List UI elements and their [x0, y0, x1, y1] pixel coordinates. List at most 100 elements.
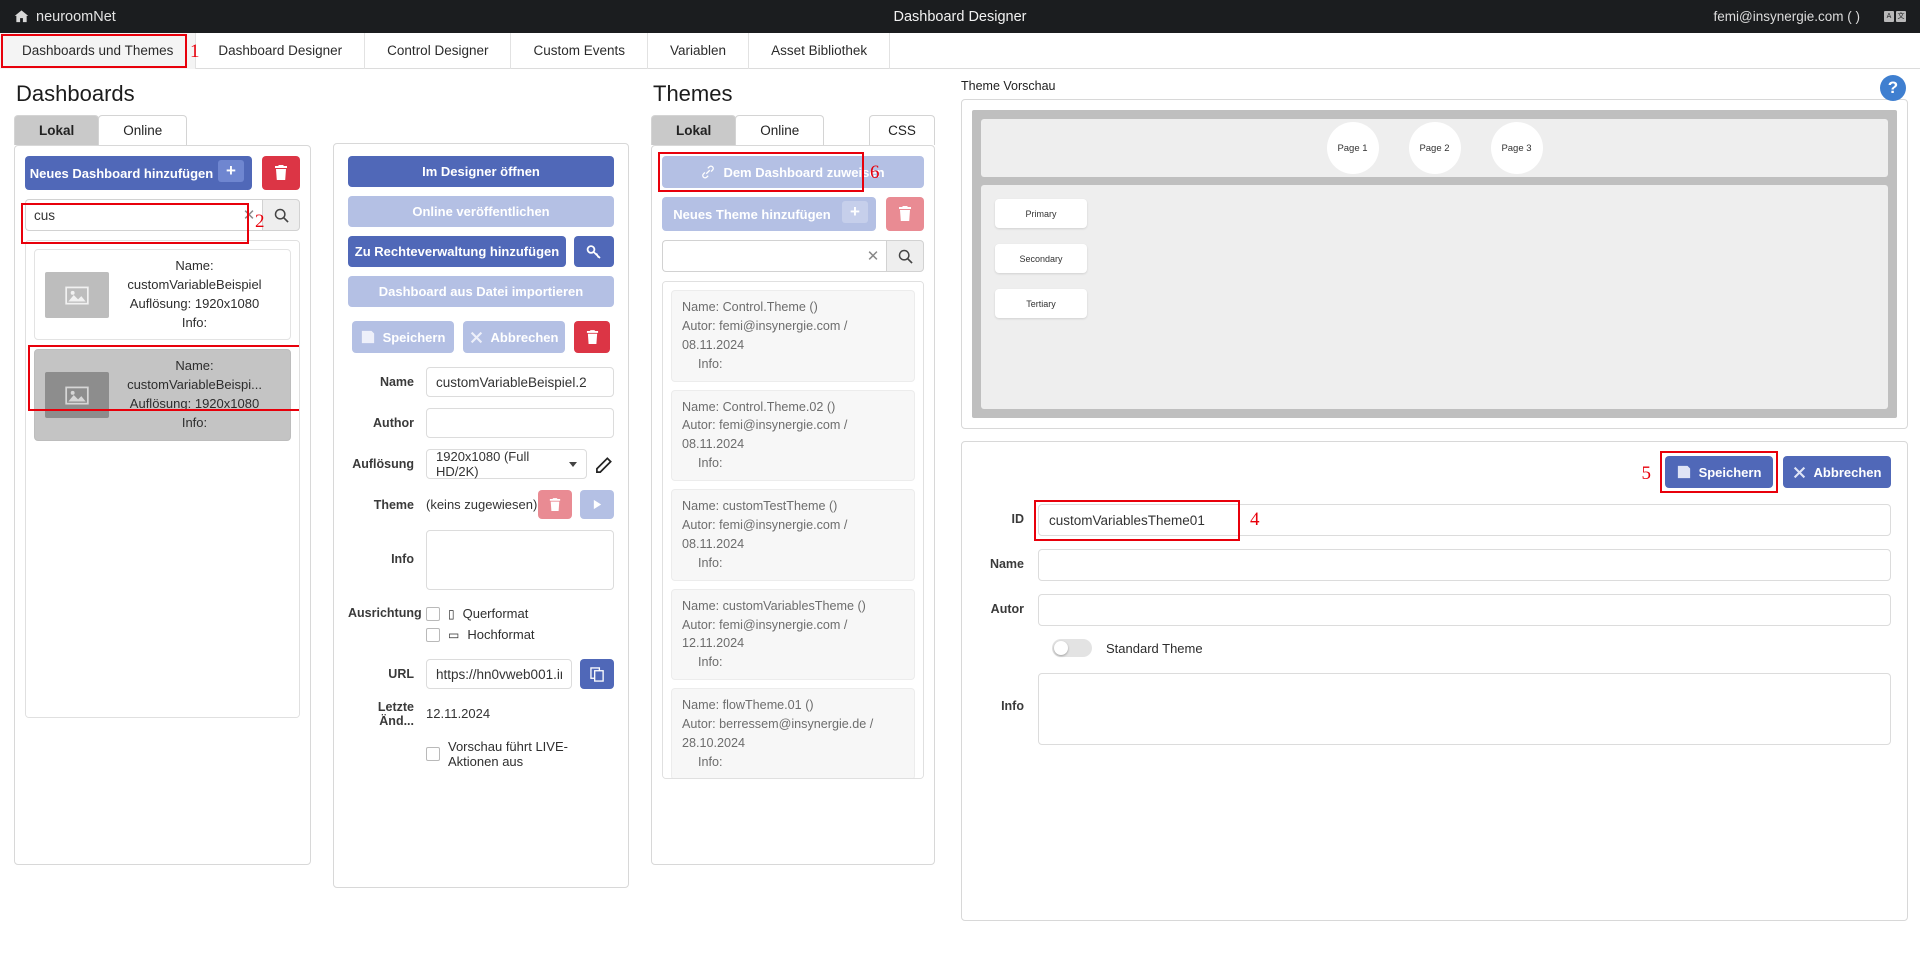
list-item[interactable]: Name: flowTheme.01 () Autor: berressem@i… [671, 688, 915, 779]
orientation-querformat[interactable]: ▯ Querformat [426, 606, 614, 621]
assign-to-dashboard-button[interactable]: Dem Dashboard zuweisen [662, 156, 924, 188]
preview-theme-button[interactable] [580, 490, 614, 519]
delete-dashboard-button[interactable] [262, 156, 300, 190]
theme-info: Info: [682, 355, 904, 374]
cancel-theme-button[interactable]: Abbrechen [1783, 456, 1891, 488]
tab-control-designer[interactable]: Control Designer [365, 33, 511, 69]
portrait-glyph: ▭ [448, 628, 459, 642]
orientation-hochformat[interactable]: ▭ Hochformat [426, 627, 614, 642]
publish-online-button[interactable]: Online veröffentlichen [348, 196, 614, 227]
tab-asset-bibliothek[interactable]: Asset Bibliothek [749, 33, 890, 69]
marker-5: 5 [1642, 463, 1652, 485]
language-icon[interactable]: A文 [1884, 11, 1906, 22]
dashboards-subtab-lokal[interactable]: Lokal [14, 115, 99, 145]
dashboard-info: Info: [109, 414, 280, 433]
search-icon[interactable] [886, 240, 924, 272]
resolution-value: 1920x1080 (Full HD/2K) [436, 449, 569, 479]
help-icon[interactable]: ? [1880, 75, 1906, 101]
themes-subtab-lokal[interactable]: Lokal [651, 115, 736, 145]
theme-author-input[interactable] [1038, 594, 1891, 626]
theme-id-input[interactable] [1038, 504, 1891, 536]
themes-panel: Dem Dashboard zuweisen 6 Neues Theme hin… [651, 145, 935, 865]
preview-nav: Page 1 Page 2 Page 3 [981, 119, 1888, 177]
dashboards-subtab-online[interactable]: Online [98, 115, 187, 145]
list-item[interactable]: Name: customVariableBeispiel Auflösung: … [34, 249, 291, 340]
theme-field-author: Autor [978, 594, 1891, 626]
theme-search-input[interactable] [662, 240, 860, 272]
orientation-hochformat-label: Hochformat [467, 627, 534, 642]
tab-dashboard-designer[interactable]: Dashboard Designer [196, 33, 365, 69]
theme-author: Autor: femi@insynergie.com / 08.11.2024 [682, 516, 904, 554]
list-item[interactable]: Name: Control.Theme () Autor: femi@insyn… [671, 290, 915, 382]
name-input[interactable] [426, 367, 614, 397]
preview-canvas: Page 1 Page 2 Page 3 Primary Secondary T… [972, 110, 1897, 418]
add-dashboard-button[interactable]: Neues Dashboard hinzufügen + [25, 156, 252, 190]
theme-name: Name: customTestTheme () [682, 497, 904, 516]
delete-theme-button[interactable] [886, 197, 924, 231]
checkbox-icon[interactable] [426, 607, 440, 621]
cancel-dashboard-button[interactable]: Abbrechen [463, 321, 565, 353]
dashboard-thumbnail [45, 272, 109, 318]
info-textarea[interactable] [426, 530, 614, 590]
field-live-preview: Vorschau führt LIVE-Aktionen aus [348, 739, 614, 775]
preview-primary-button[interactable]: Primary [995, 199, 1087, 228]
topbar-right: femi@insynergie.com ( ) A文 [1714, 9, 1907, 24]
themes-subtab-online[interactable]: Online [735, 115, 824, 145]
edit-resolution-icon[interactable] [595, 455, 614, 474]
cancel-theme-label: Abbrechen [1814, 465, 1882, 480]
delete-form-button[interactable] [574, 321, 610, 353]
import-dashboard-button[interactable]: Dashboard aus Datei importieren [348, 276, 614, 307]
list-item[interactable]: Name: customTestTheme () Autor: femi@ins… [671, 489, 915, 581]
preview-secondary-button[interactable]: Secondary [995, 244, 1087, 273]
brand-label: neuroomNet [36, 9, 116, 25]
theme-list[interactable]: Name: Control.Theme () Autor: femi@insyn… [662, 281, 924, 779]
add-to-rights-management-button[interactable]: Zu Rechteverwaltung hinzufügen [348, 236, 566, 267]
add-theme-button[interactable]: Neues Theme hinzufügen + [662, 197, 876, 231]
list-item[interactable]: Name: customVariablesTheme () Autor: fem… [671, 589, 915, 681]
save-theme-button[interactable]: Speichern [1665, 456, 1773, 488]
author-input[interactable] [426, 408, 614, 438]
tab-variablen[interactable]: Variablen [648, 33, 749, 69]
checkbox-icon[interactable] [426, 628, 440, 642]
key-icon[interactable] [574, 236, 614, 267]
dashboards-panel: Neues Dashboard hinzufügen + ✕ 2 [14, 145, 311, 865]
orientation-querformat-label: Querformat [463, 606, 529, 621]
search-icon[interactable] [262, 199, 300, 231]
save-theme-label: Speichern [1699, 465, 1762, 480]
home-icon [14, 9, 29, 24]
dashboard-search-input[interactable] [25, 199, 236, 231]
theme-name: Name: customVariablesTheme () [682, 597, 904, 616]
clear-search-icon[interactable]: ✕ [236, 199, 262, 231]
theme-info: Info: [682, 753, 904, 772]
resolution-select[interactable]: 1920x1080 (Full HD/2K) [426, 449, 587, 479]
list-item[interactable]: Name: Control.Theme.02 () Autor: femi@in… [671, 390, 915, 482]
preview-page-2[interactable]: Page 2 [1409, 122, 1461, 174]
preview-page-3[interactable]: Page 3 [1491, 122, 1543, 174]
live-preview-row[interactable]: Vorschau führt LIVE-Aktionen aus [426, 739, 614, 769]
save-dashboard-button[interactable]: Speichern [352, 321, 454, 353]
user-email[interactable]: femi@insynergie.com ( ) [1714, 9, 1861, 24]
brand[interactable]: neuroomNet [14, 9, 116, 25]
standard-theme-toggle[interactable] [1052, 639, 1092, 657]
preview-tertiary-button[interactable]: Tertiary [995, 289, 1087, 318]
theme-name-input[interactable] [1038, 549, 1891, 581]
open-in-designer-button[interactable]: Im Designer öffnen [348, 156, 614, 187]
checkbox-icon[interactable] [426, 747, 440, 761]
plus-icon: + [218, 160, 244, 182]
tab-dashboards-und-themes[interactable]: Dashboards und Themes [0, 33, 196, 69]
list-item[interactable]: Name: customVariableBeispi... Auflösung:… [34, 349, 291, 440]
theme-info-textarea[interactable] [1038, 673, 1891, 745]
url-input[interactable] [426, 659, 572, 689]
preview-page-1[interactable]: Page 1 [1327, 122, 1379, 174]
dashboard-list[interactable]: Name: customVariableBeispiel Auflösung: … [25, 240, 300, 718]
clear-search-icon[interactable]: ✕ [860, 240, 886, 272]
remove-theme-button[interactable] [538, 490, 572, 519]
themes-subtab-css[interactable]: CSS [869, 115, 935, 145]
dashboard-name: Name: customVariableBeispi... [109, 357, 280, 395]
copy-url-icon[interactable] [580, 659, 614, 689]
field-url: URL [348, 659, 614, 689]
tab-custom-events[interactable]: Custom Events [511, 33, 648, 69]
theme-author: Autor: femi@insynergie.com / 08.11.2024 [682, 416, 904, 454]
theme-preview-box: Page 1 Page 2 Page 3 Primary Secondary T… [961, 99, 1908, 429]
theme-field-info: Info [978, 673, 1891, 750]
